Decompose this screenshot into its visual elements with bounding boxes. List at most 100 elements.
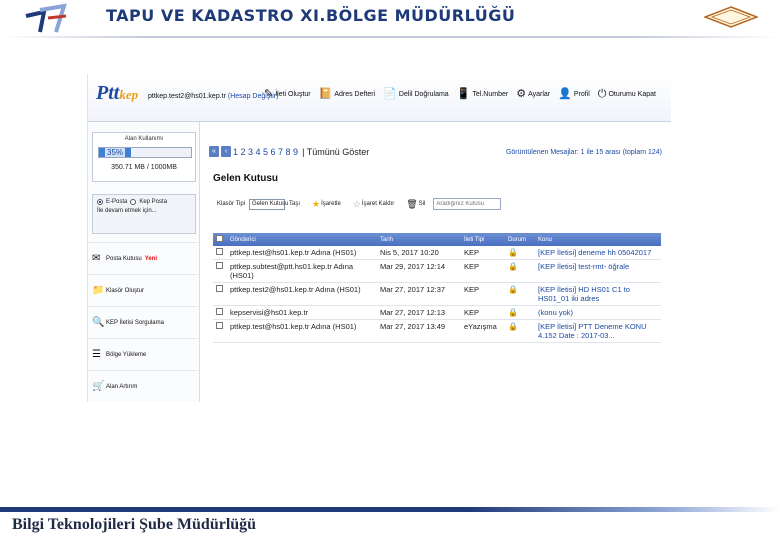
search-icon: 🔍 bbox=[92, 317, 105, 328]
table-row[interactable]: pttkep.test@hs01.kep.tr Adına (HS01) Nis… bbox=[213, 246, 661, 260]
trash-icon: 🗑 bbox=[406, 198, 418, 209]
nav-label: Ayarlar bbox=[528, 91, 551, 98]
power-icon: ⏻ bbox=[597, 88, 607, 100]
mailbox-panel: « ‹ 1 2 3 4 5 6 7 8 9 | Tümünü Göster Gö… bbox=[201, 122, 671, 402]
table-row[interactable]: pttkep.test@hs01.kep.tr Adına (HS01) Mar… bbox=[213, 319, 661, 343]
first-page-button[interactable]: « bbox=[209, 146, 219, 157]
address-book-icon: 📔 bbox=[318, 88, 333, 100]
row-subject[interactable]: [KEP İletisi] deneme hh 05042017 bbox=[535, 246, 661, 260]
sidebar-item-mailbox[interactable]: ✉ Posta Kutusu Yeni bbox=[88, 242, 200, 274]
ptt-kep-logo: Pttkep bbox=[96, 82, 139, 104]
col-type[interactable]: İleti Tipi bbox=[461, 233, 505, 246]
sidebar-item-upload[interactable]: ☰ Bölge Yükleme bbox=[88, 338, 200, 370]
row-sender: pttkep.test@hs01.kep.tr Adına (HS01) bbox=[227, 319, 377, 343]
row-type: KEP bbox=[461, 282, 505, 306]
search-input[interactable] bbox=[433, 198, 502, 210]
row-subject[interactable]: [KEP İletisi] PTT Deneme KONU 4.152 Date… bbox=[535, 319, 661, 343]
col-date[interactable]: Tarih bbox=[377, 233, 461, 246]
list-icon: ☰ bbox=[92, 349, 101, 360]
sidebar-item-label: KEP İletisi Sorgulama bbox=[106, 319, 164, 326]
table-row[interactable]: pttkep.subtest@ptt.hs01.kep.tr Adına (HS… bbox=[213, 259, 661, 283]
sidebar-menu: ✉ Posta Kutusu Yeni 📁 Klasör Oluştur 🔍 KEP İ… bbox=[88, 242, 200, 402]
folder-type-select[interactable]: Gelen Kutusu bbox=[249, 198, 288, 210]
sidebar-item-kep-query[interactable]: 🔍 KEP İletisi Sorgulama bbox=[88, 306, 200, 338]
show-all-link[interactable]: | Tümünü Göster bbox=[302, 147, 369, 157]
select-all-header[interactable] bbox=[213, 233, 227, 246]
row-subject[interactable]: (konu yok) bbox=[535, 305, 661, 320]
star-icon: ★ bbox=[312, 198, 321, 209]
nav-label: İleti Oluştur bbox=[275, 91, 311, 98]
pen-icon: ✎ bbox=[264, 88, 274, 100]
sidebar-item-label: Bölge Yükleme bbox=[106, 351, 147, 358]
row-type: KEP bbox=[461, 259, 505, 283]
inbox-title: Gelen Kutusu bbox=[213, 173, 279, 184]
row-checkbox[interactable] bbox=[216, 322, 223, 329]
row-sender: pttkep.test@hs01.kep.tr Adına (HS01) bbox=[227, 246, 377, 260]
app-topbar: Pttkep pttkep.test2@hs01.kep.tr (Hesap D… bbox=[88, 74, 671, 122]
delete-label: Sil bbox=[418, 201, 426, 207]
row-subject[interactable]: [KEP İletisi] HD HS01 C1 to HS01_01 iki … bbox=[535, 282, 661, 306]
row-checkbox[interactable] bbox=[216, 248, 223, 255]
email-mode-label: E-Posta bbox=[106, 199, 128, 205]
mark-label: İşaretle bbox=[321, 201, 341, 207]
account-info: pttkep.test2@hs01.kep.tr (Hesap Değiştir… bbox=[148, 93, 278, 100]
message-table: Gönderici Tarih İleti Tipi Durum Konu pt… bbox=[213, 233, 661, 343]
sidebar-item-storage[interactable]: 🛒 Alan Artırım bbox=[88, 370, 200, 402]
kep-mode-radio[interactable] bbox=[130, 199, 137, 205]
mark-button[interactable]: ★ İşaretle bbox=[312, 199, 341, 210]
quota-usage-text: 350.71 MB / 1000MB bbox=[111, 164, 177, 171]
row-sender: pttkep.subtest@ptt.hs01.kep.tr Adına (HS… bbox=[227, 259, 377, 283]
nav-phone[interactable]: 📱 Tel.Number bbox=[457, 89, 509, 100]
lock-icon: 🔒 bbox=[508, 285, 518, 294]
col-sender[interactable]: Gönderici bbox=[227, 233, 377, 246]
nav-label: Tel.Number bbox=[472, 91, 509, 98]
page-numbers[interactable]: 1 2 3 4 5 6 7 8 9 bbox=[233, 147, 298, 157]
quota-label: Alan Kullanımı bbox=[124, 136, 164, 142]
sidebar-item-create-folder[interactable]: 📁 Klasör Oluştur bbox=[88, 274, 200, 306]
row-type: KEP bbox=[461, 305, 505, 320]
sidebar-item-label: Alan Artırım bbox=[106, 383, 138, 390]
row-checkbox[interactable] bbox=[216, 308, 223, 315]
sidebar-item-label: Klasör Oluştur bbox=[106, 287, 145, 294]
table-row[interactable]: kepservisi@hs01.kep.tr Mar 27, 2017 12:1… bbox=[213, 305, 661, 320]
nav-verify[interactable]: 📄 Delil Doğrulama bbox=[383, 89, 449, 100]
row-sender: kepservisi@hs01.kep.tr bbox=[227, 305, 377, 320]
lock-icon: 🔒 bbox=[508, 322, 518, 331]
left-sidebar: Alan Kullanımı 35% 350.71 MB / 1000MB E-… bbox=[88, 122, 200, 402]
inbox-icon: ✉ bbox=[92, 253, 101, 264]
kep-web-screenshot: Pttkep pttkep.test2@hs01.kep.tr (Hesap D… bbox=[87, 74, 671, 402]
table-header: Gönderici Tarih İleti Tipi Durum Konu bbox=[213, 233, 661, 246]
slide-title: TAPU VE KADASTRO XI.BÖLGE MÜDÜRLÜĞÜ bbox=[106, 6, 516, 25]
footer-bar bbox=[0, 507, 780, 512]
nav-settings[interactable]: ⚙ Ayarlar bbox=[516, 89, 550, 100]
folder-icon: 📁 bbox=[92, 285, 105, 296]
col-subject[interactable]: Konu bbox=[535, 233, 661, 246]
nav-new-message[interactable]: ✎ İleti Oluştur bbox=[264, 89, 311, 100]
delete-button[interactable]: 🗑 Sil bbox=[406, 199, 425, 210]
table-row[interactable]: pttkep.test2@hs01.kep.tr Adına (HS01) Ma… bbox=[213, 282, 661, 306]
tkgm-logo-icon bbox=[25, 3, 67, 33]
kep-mode-label: Kep Posta bbox=[139, 199, 168, 205]
doc-verify-icon: 📄 bbox=[383, 88, 397, 100]
quota-percent: 35% bbox=[105, 148, 126, 157]
lock-icon: 🔒 bbox=[508, 262, 518, 271]
slide-header: TAPU VE KADASTRO XI.BÖLGE MÜDÜRLÜĞÜ bbox=[0, 0, 780, 36]
move-button[interactable]: Taşı bbox=[289, 201, 300, 207]
toolbar: Klasör Tipi Gelen Kutusu Taşı ★ İşaretle … bbox=[217, 198, 502, 210]
row-subject[interactable]: [KEP İletisi] test-rmt- öğrale bbox=[535, 259, 661, 283]
footer-text: Bilgi Teknolojileri Şube Müdürlüğü bbox=[12, 516, 257, 533]
col-status[interactable]: Durum bbox=[505, 233, 535, 246]
row-checkbox[interactable] bbox=[216, 262, 223, 269]
nav-profile[interactable]: 👤 Profil bbox=[558, 89, 590, 100]
row-type: KEP bbox=[461, 246, 505, 260]
nav-address-book[interactable]: 📔 Adres Defteri bbox=[319, 89, 376, 100]
unmark-button[interactable]: ☆ İşaret Kaldır bbox=[353, 199, 394, 210]
select-all-checkbox[interactable] bbox=[216, 235, 223, 242]
seal-icon bbox=[704, 6, 758, 28]
nav-logout[interactable]: ⏻ Oturumu Kapat bbox=[598, 89, 656, 100]
prev-page-button[interactable]: ‹ bbox=[221, 146, 231, 157]
row-sender: pttkep.test2@hs01.kep.tr Adına (HS01) bbox=[227, 282, 377, 306]
row-checkbox[interactable] bbox=[216, 285, 223, 292]
email-mode-radio[interactable] bbox=[97, 199, 103, 205]
unmark-label: İşaret Kaldır bbox=[361, 201, 395, 207]
